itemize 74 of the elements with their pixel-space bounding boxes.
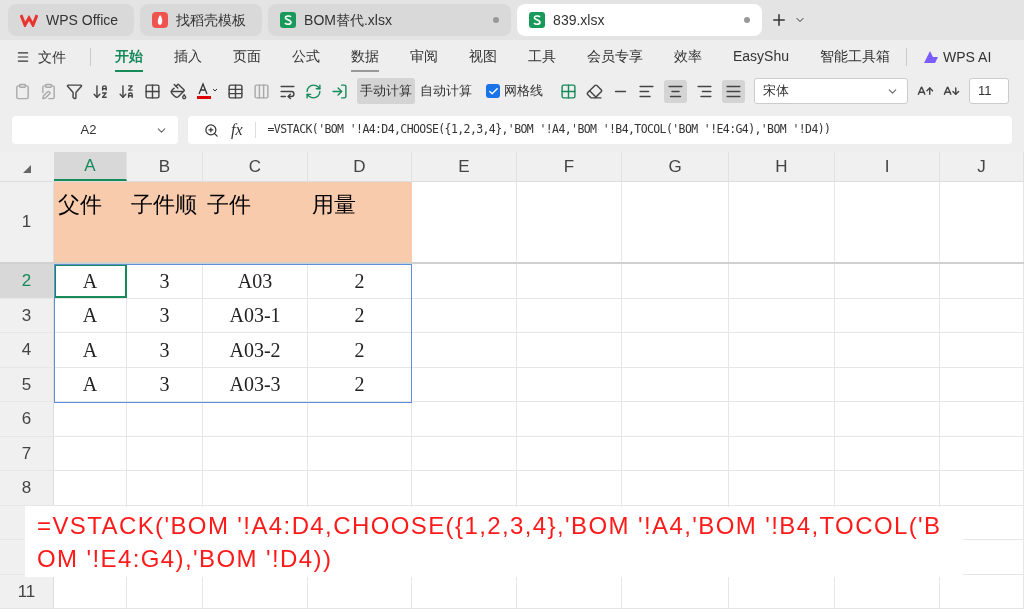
filter-icon[interactable] xyxy=(66,82,83,100)
sort-ascending-icon[interactable] xyxy=(92,82,109,100)
table-icon[interactable] xyxy=(227,82,244,100)
ribbon-tab[interactable]: 视图 xyxy=(469,42,497,72)
column-header[interactable]: J xyxy=(940,152,1024,181)
row-header[interactable]: 11 xyxy=(0,574,54,608)
border-icon[interactable] xyxy=(144,82,161,100)
sort-descending-icon[interactable] xyxy=(118,82,135,100)
row-header[interactable]: 4 xyxy=(0,333,54,367)
ribbon-tab[interactable]: 会员专享 xyxy=(587,42,643,72)
document-tab[interactable]: BOM替代.xlsx xyxy=(268,4,512,36)
formula-field[interactable]: =VSTACK('BOM '!A4:D4,CHOOSE({1,2,3,4},'BOM '!A4,'BOM '!B4,TOCOL('BOM '!E4:G4),'BOM '!D4)) xyxy=(267,121,831,139)
table-cell: 子件顺 xyxy=(127,182,203,262)
zoom-icon[interactable] xyxy=(204,122,219,138)
row-header[interactable]: 5 xyxy=(0,367,54,401)
calculation-button[interactable]: 自动计算 xyxy=(417,78,475,104)
column-header[interactable]: I xyxy=(835,152,940,181)
column-header[interactable]: G xyxy=(622,152,729,181)
ribbon-tab[interactable]: EasyShu xyxy=(733,42,790,72)
ribbon-tab[interactable]: 页面 xyxy=(233,42,261,72)
function-button[interactable]: fx xyxy=(231,118,243,142)
row-header[interactable]: 7 xyxy=(0,436,54,470)
ai-logo-icon xyxy=(923,50,940,64)
fill-color-icon[interactable] xyxy=(170,82,187,100)
column-header[interactable]: F xyxy=(517,152,622,181)
gridlines-checkbox[interactable] xyxy=(486,84,500,98)
table-cell: A xyxy=(54,264,127,298)
table-cell: 用量 xyxy=(308,182,412,262)
file-menu[interactable]: 文件 xyxy=(38,46,66,68)
justify-icon[interactable] xyxy=(722,79,745,103)
row-header[interactable]: 3 xyxy=(0,298,54,332)
name-box[interactable]: A2 xyxy=(12,116,178,144)
table-cell: 父件 xyxy=(54,182,127,262)
border-style-icon[interactable] xyxy=(560,82,577,100)
table-cell: 子件 xyxy=(203,182,308,262)
column-header[interactable]: C xyxy=(203,152,308,181)
spreadsheet-icon xyxy=(529,12,546,28)
row-header[interactable]: 6 xyxy=(0,402,54,436)
document-tab[interactable]: 839.xlsx xyxy=(517,4,763,36)
tab-label: 找稻壳模板 xyxy=(176,10,247,30)
font-color-icon[interactable] xyxy=(196,82,218,100)
font-select[interactable]: 宋体 xyxy=(754,78,908,104)
column-header[interactable]: E xyxy=(412,152,517,181)
tab-label: BOM替代.xlsx xyxy=(304,10,392,30)
calculation-button[interactable]: 手动计算 xyxy=(357,78,415,104)
select-all-icon[interactable] xyxy=(23,165,31,173)
row-header[interactable]: 8 xyxy=(0,471,54,505)
logo-icon xyxy=(20,13,38,27)
ribbon-tab[interactable]: 审阅 xyxy=(410,42,438,72)
ribbon-tab[interactable]: 智能工具箱 xyxy=(820,42,891,72)
ribbon-tab[interactable]: 数据 xyxy=(351,42,379,72)
formula-callout: =VSTACK('BOM '!A4:D4,CHOOSE({1,2,3,4},'BOM '!A4,'BOM '!B4,TOCOL('BOM '!E4:G4),'BOM '!D4)) xyxy=(25,507,963,577)
import-icon[interactable] xyxy=(331,82,348,100)
spreadsheet-icon xyxy=(280,12,297,28)
refresh-icon[interactable] xyxy=(305,82,322,100)
column-header[interactable]: D xyxy=(308,152,412,181)
eraser-icon[interactable] xyxy=(586,82,603,100)
align-center-icon[interactable] xyxy=(664,79,687,103)
ribbon-tab[interactable]: 工具 xyxy=(528,42,556,72)
column-header[interactable]: B xyxy=(127,152,203,181)
column-header[interactable]: H xyxy=(729,152,835,181)
menu-icon[interactable] xyxy=(16,50,30,64)
ribbon-tab[interactable]: 开始 xyxy=(115,42,143,72)
document-tab[interactable]: 找稻壳模板 xyxy=(140,4,263,36)
tab-label: WPS Office xyxy=(46,10,119,30)
font-size-field[interactable]: 11 xyxy=(969,78,1009,104)
ribbon-tab[interactable]: 插入 xyxy=(174,42,202,72)
ribbon-tab[interactable]: 公式 xyxy=(292,42,320,72)
tab-label: 839.xlsx xyxy=(553,10,605,30)
ai-menu[interactable]: WPS AI xyxy=(943,46,992,68)
ribbon-tab[interactable]: 效率 xyxy=(674,42,702,72)
gridlines-label: 网格线 xyxy=(504,82,543,101)
row-header[interactable]: 1 xyxy=(0,182,54,262)
document-tab[interactable]: WPS Office xyxy=(8,4,135,36)
